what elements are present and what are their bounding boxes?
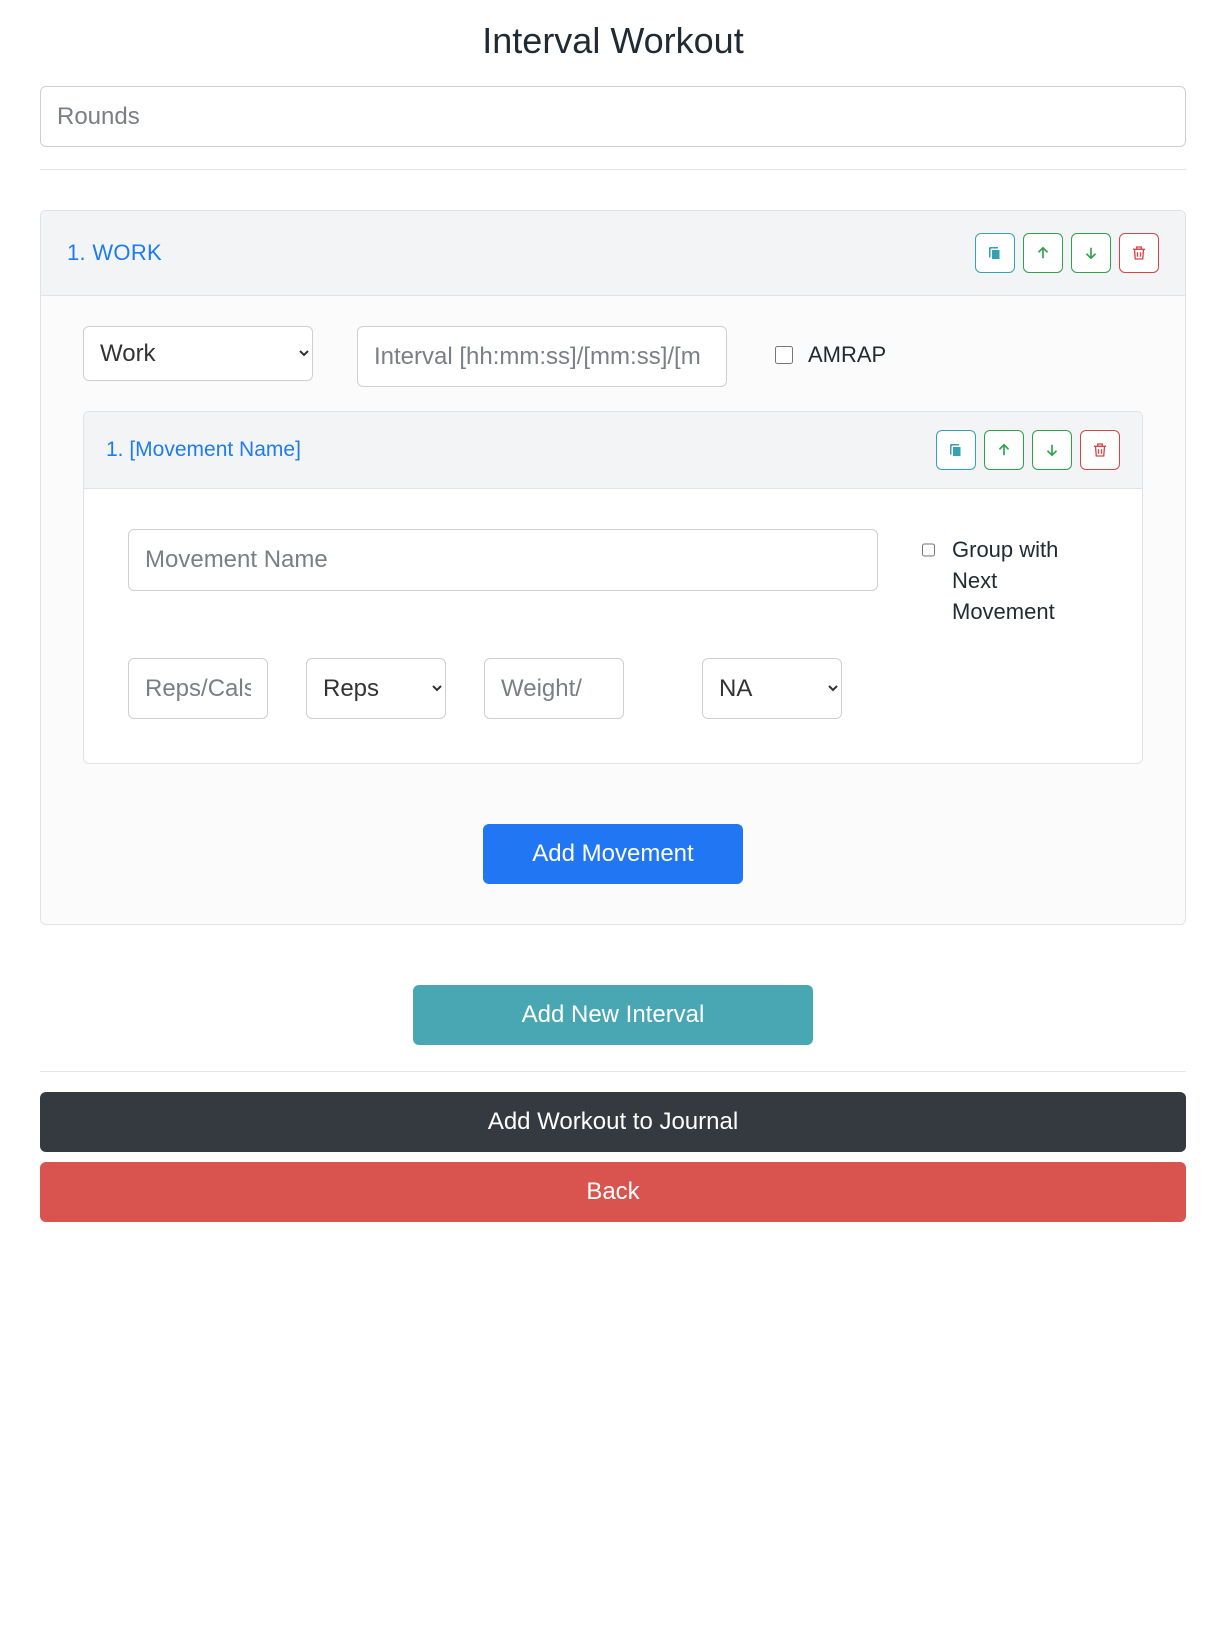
interval-duration-input[interactable] — [357, 326, 727, 387]
weight-input[interactable] — [484, 658, 624, 719]
add-to-journal-button[interactable]: Add Workout to Journal — [40, 1092, 1186, 1152]
delete-movement-button[interactable] — [1080, 430, 1120, 470]
move-movement-up-button[interactable] — [984, 430, 1024, 470]
amrap-wrap: AMRAP — [771, 326, 886, 368]
move-interval-up-button[interactable] — [1023, 233, 1063, 273]
movement-title: 1. [Movement Name] — [106, 438, 301, 462]
interval-type-select[interactable]: Work — [83, 326, 313, 381]
copy-icon — [947, 441, 965, 459]
movement-actions — [936, 430, 1120, 470]
trash-icon — [1130, 244, 1148, 262]
copy-icon — [986, 244, 1004, 262]
move-interval-down-button[interactable] — [1071, 233, 1111, 273]
arrow-down-icon — [1082, 244, 1100, 262]
reps-unit-select[interactable]: Reps — [306, 658, 446, 719]
weight-unit-select[interactable]: NA — [702, 658, 842, 719]
interval-card: 1. WORK — [40, 210, 1186, 925]
copy-interval-button[interactable] — [975, 233, 1015, 273]
reps-input[interactable] — [128, 658, 268, 719]
interval-card-header[interactable]: 1. WORK — [41, 211, 1185, 296]
group-next-label: Group with Next Movement — [952, 535, 1098, 627]
divider — [40, 169, 1186, 170]
back-button[interactable]: Back — [40, 1162, 1186, 1222]
copy-movement-button[interactable] — [936, 430, 976, 470]
movement-card: 1. [Movement Name] — [83, 411, 1143, 764]
add-movement-button[interactable]: Add Movement — [483, 824, 743, 884]
arrow-up-icon — [995, 441, 1013, 459]
movement-card-body: Group with Next Movement Reps NA — [84, 489, 1142, 763]
delete-interval-button[interactable] — [1119, 233, 1159, 273]
interval-card-body: Work AMRAP 1. [Movement Name] — [41, 296, 1185, 924]
rounds-input[interactable] — [40, 86, 1186, 147]
amrap-label: AMRAP — [808, 342, 886, 368]
add-interval-button[interactable]: Add New Interval — [413, 985, 813, 1045]
page-title: Interval Workout — [40, 20, 1186, 62]
trash-icon — [1091, 441, 1109, 459]
move-movement-down-button[interactable] — [1032, 430, 1072, 470]
divider-bottom — [40, 1071, 1186, 1072]
interval-title: 1. WORK — [67, 240, 162, 266]
amrap-checkbox[interactable] — [775, 346, 793, 364]
arrow-down-icon — [1043, 441, 1061, 459]
group-next-checkbox[interactable] — [922, 541, 935, 559]
arrow-up-icon — [1034, 244, 1052, 262]
movement-name-input[interactable] — [128, 529, 878, 590]
movement-card-header[interactable]: 1. [Movement Name] — [84, 412, 1142, 489]
interval-actions — [975, 233, 1159, 273]
